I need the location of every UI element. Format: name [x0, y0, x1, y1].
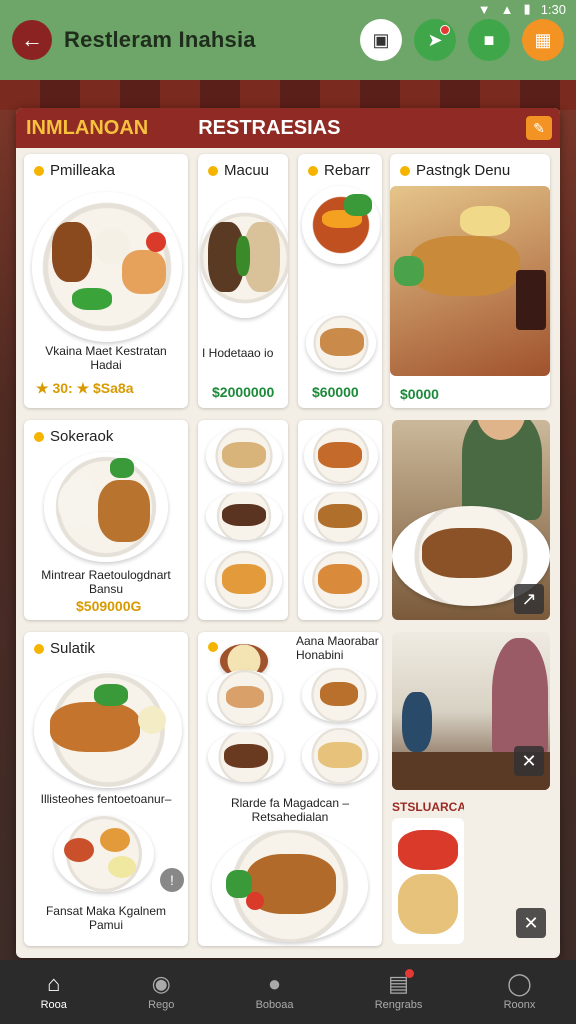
food-plate-image [212, 830, 368, 942]
nav-item-roonx[interactable]: ◯ Roonx [503, 971, 536, 1012]
box-icon[interactable]: ■ [468, 19, 510, 61]
food-plate-image [206, 428, 282, 484]
home-icon: ⌂ [47, 971, 61, 996]
notification-badge [405, 969, 415, 978]
restaurant-photo: ✕ [392, 632, 550, 790]
app-actions: ▣ ➤ ■ ▦ [360, 19, 564, 61]
edit-icon[interactable]: ✎ [526, 116, 552, 140]
food-plate-image [304, 550, 378, 610]
food-plate-image [32, 192, 182, 342]
food-plate-image [44, 452, 168, 562]
card-price: $509000G [76, 598, 142, 614]
card-price: $60000 [312, 384, 359, 400]
card-description: Mintrear Raetoulogdnart Bansu [41, 568, 171, 596]
card-price: ★ 30: ★ $Sa8a [36, 380, 134, 396]
food-plate-image [302, 728, 378, 784]
card-price: $0000 [400, 386, 439, 402]
nav-label: Rego [148, 999, 175, 1011]
card-title: STSLUARCAN [392, 800, 464, 814]
pig-icon: ◉ [151, 971, 171, 996]
panel-title-right: RESTRAESIAS [198, 116, 341, 139]
card-description: Illisteohes fentoetoanur– [40, 792, 172, 806]
panel-title-left: INMLANOAN [26, 116, 149, 139]
menu-card-stsluarcan[interactable]: STSLUARCAN [392, 800, 464, 944]
card-title: Pastngk Denu [416, 162, 511, 179]
card-description-secondary: Fansat Maka Kgalnem Pamui [45, 904, 167, 932]
menu-card-macuu[interactable]: Macuu I Hodetaao io $2000000 [198, 154, 288, 408]
info-icon[interactable]: ! [160, 868, 184, 892]
food-plate-image [302, 668, 376, 722]
food-plate-image [200, 198, 288, 318]
food-plate-image [306, 314, 376, 372]
status-time: 1:30 [540, 1, 566, 17]
menu-card-sulatik[interactable]: Sulatik Illisteohes fentoetoanur– Fansat… [24, 632, 188, 946]
nav-label: Boboaa [255, 999, 294, 1011]
card-description: Rlarde fa Magadcan – Retsahedialan [230, 796, 350, 824]
person-icon: ◯ [507, 971, 532, 996]
grid-icon[interactable]: ▦ [522, 19, 564, 61]
menu-card-small-dishes-1[interactable] [198, 420, 288, 620]
bottom-navigation: ⌂ Rooa ◉ Rego ● Boboaa ▤ Rengrabs ◯ Roon… [0, 960, 576, 1024]
camera-icon[interactable]: ▣ [360, 19, 402, 61]
food-plate-image [206, 492, 282, 540]
card-title: Rebarr [324, 162, 370, 179]
nav-item-home[interactable]: ⌂ Rooa [40, 971, 67, 1012]
card-title: Sulatik [50, 640, 96, 657]
card-title: Macuu [224, 162, 270, 179]
soup-bowl-image [302, 186, 380, 264]
map-pin-icon[interactable]: ➤ [414, 19, 456, 61]
card-description: Vkaina Maet Kestratan Hadai [45, 344, 167, 372]
menu-card-pastngk-denu[interactable]: Pastngk Denu $0000 [390, 154, 550, 408]
food-plate-image [304, 492, 378, 542]
menu-panel: INMLANOAN RESTRAESIAS ✎ Pmilleaka Vkaina… [16, 108, 560, 958]
card-title: Pmilleaka [50, 162, 116, 179]
nav-label: Rengrabs [374, 999, 423, 1011]
globe-icon: ● [267, 971, 282, 996]
grilled-fish-bowl-image [390, 186, 550, 376]
food-plate-image [208, 732, 284, 782]
panel-header: INMLANOAN RESTRAESIAS ✎ [16, 108, 560, 148]
status-bar: ▼ ▲ ▮ 1:30 [0, 0, 576, 18]
menu-card-rebarr[interactable]: Rebarr $60000 [298, 154, 382, 408]
food-plate-image [208, 670, 282, 726]
diner-photo: ↗ [392, 420, 550, 620]
card-title: Sokeraok [50, 428, 114, 445]
nav-item-rengrabs[interactable]: ▤ Rengrabs [374, 969, 423, 1011]
close-icon[interactable]: ✕ [514, 746, 544, 776]
menu-card-small-dishes-2[interactable] [298, 420, 382, 620]
card-title: Aana Maorabar Honabini [296, 634, 379, 662]
card-price: $2000000 [212, 384, 275, 400]
nav-label: Roonx [503, 999, 536, 1011]
food-plate-image [206, 550, 282, 610]
wifi-icon: ▼ [477, 1, 491, 17]
food-plate-image [392, 818, 464, 944]
collapse-icon[interactable]: ↗ [514, 584, 544, 614]
back-arrow-icon[interactable]: ← [12, 20, 52, 60]
nav-item-rego[interactable]: ◉ Rego [148, 971, 175, 1012]
close-icon[interactable]: ✕ [516, 908, 546, 938]
menu-card-aana-maorabar[interactable]: Aana Maorabar Honabini Rlarde fa Magadca… [198, 632, 382, 946]
food-plate-image [34, 672, 182, 788]
signal-icon: ▲ [500, 1, 514, 17]
app-title: Restleram Inahsia [64, 27, 256, 52]
food-plate-image [304, 428, 378, 484]
food-plate-image [54, 816, 154, 892]
menu-card-pmilleaka[interactable]: Pmilleaka Vkaina Maet Kestratan Hadai ★ … [24, 154, 188, 408]
battery-icon: ▮ [523, 1, 531, 16]
nav-item-boboaa[interactable]: ● Boboaa [255, 971, 294, 1012]
menu-card-sokeraok[interactable]: Sokeraok Mintrear Raetoulogdnart Bansu $… [24, 420, 188, 620]
nav-label: Rooa [40, 999, 67, 1011]
card-description: I Hodetaao io [202, 346, 274, 360]
